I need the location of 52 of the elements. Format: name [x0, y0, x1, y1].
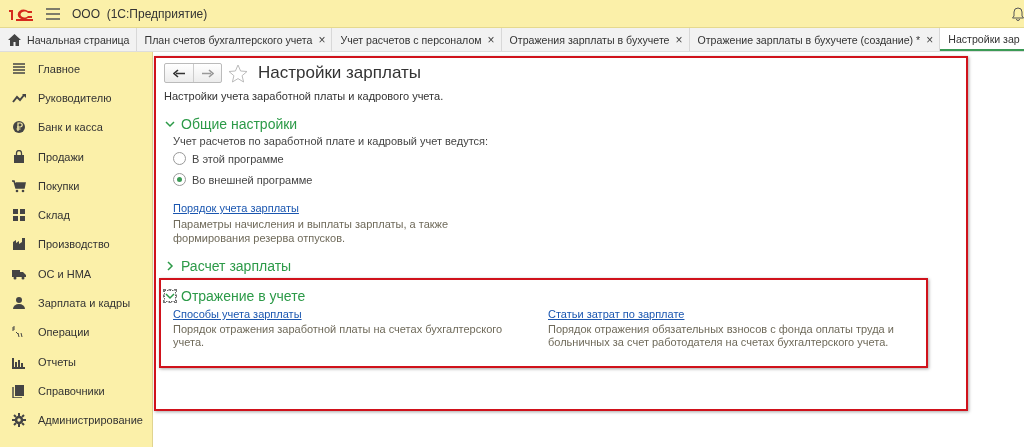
settings-link[interactable]: Статьи затрат по зарплате [548, 307, 685, 321]
tab[interactable]: Начальная страница [0, 28, 137, 51]
sidebar-item[interactable]: Продажи [0, 141, 152, 172]
section-header[interactable]: Расчет зарплаты [164, 257, 294, 275]
sidebar-item[interactable]: Покупки [0, 171, 152, 201]
link-description: Параметры начисления и выплаты зарплаты, а также формирования резерва отпусков. [173, 217, 450, 245]
tab[interactable]: План счетов бухгалтерского учета × [136, 28, 333, 51]
window-title: ООО (1С:Предприятие) [72, 6, 208, 21]
sidebar-item[interactable]: Справочники [0, 376, 152, 406]
factory-icon [12, 237, 26, 252]
form-description: Настройки учета заработной платы и кадрового учета. [164, 90, 445, 103]
person-icon [12, 296, 26, 310]
tab[interactable]: Учет расчетов с персоналом × [332, 28, 502, 51]
close-icon[interactable]: × [487, 32, 495, 47]
arrow-right-icon [201, 68, 214, 78]
sidebar-item[interactable]: Операции [0, 317, 152, 347]
sidebar-item[interactable]: ОС и НМА [0, 259, 152, 289]
field-label: Учет расчетов по заработной плате и кадровый учет ведутся: [173, 134, 490, 148]
link-description: Порядок отражения обязательных взносов с фонда оплаты труда и больничных за счет работодателя на счетах бухгалтерского учета. [548, 323, 895, 349]
settings-link[interactable]: Порядок учета зарплаты [173, 201, 299, 215]
home-icon [8, 33, 21, 46]
tab[interactable]: Отражения зарплаты в бухучете × [501, 28, 690, 51]
sidebar-item[interactable]: Производство [0, 229, 152, 260]
form-title: Настройки зарплаты [258, 63, 421, 83]
sidebar-item[interactable]: Руководителю [0, 83, 152, 113]
radio-option[interactable]: Во внешней программе [173, 171, 313, 188]
bell-icon[interactable] [1012, 6, 1024, 21]
sidebar-item[interactable]: Главное [0, 54, 152, 84]
coin-icon [12, 120, 26, 135]
cart-icon [12, 178, 26, 193]
link-description: Порядок отражения заработной платы на счетах бухгалтерского учета. [173, 323, 504, 349]
sidebar-item[interactable]: Зарплата и кадры [0, 288, 152, 318]
tab[interactable]: Настройки зар [940, 28, 1024, 51]
sidebar-item[interactable]: Склад [0, 200, 152, 230]
close-icon[interactable]: × [926, 32, 934, 47]
close-icon[interactable]: × [318, 32, 326, 47]
bag-icon [12, 149, 26, 164]
section-header[interactable]: Отражение в учете [164, 287, 308, 305]
settings-link[interactable]: Способы учета зарплаты [173, 307, 302, 321]
sidebar-item[interactable]: Банк и касса [0, 112, 152, 142]
sidebar-item[interactable]: Администрирование [0, 405, 152, 435]
settings-icon [12, 413, 26, 428]
arrow-left-icon [173, 68, 185, 78]
section-header[interactable]: Общие настройки [164, 115, 300, 133]
radio-option[interactable]: В этой программе [173, 150, 284, 167]
grid-icon [12, 208, 26, 223]
sidebar-item[interactable]: Отчеты [0, 346, 152, 377]
list-icon [12, 61, 26, 76]
close-icon[interactable]: × [675, 32, 683, 47]
menu-icon[interactable] [46, 7, 60, 20]
book-icon [12, 383, 26, 398]
star-icon[interactable] [228, 63, 248, 83]
